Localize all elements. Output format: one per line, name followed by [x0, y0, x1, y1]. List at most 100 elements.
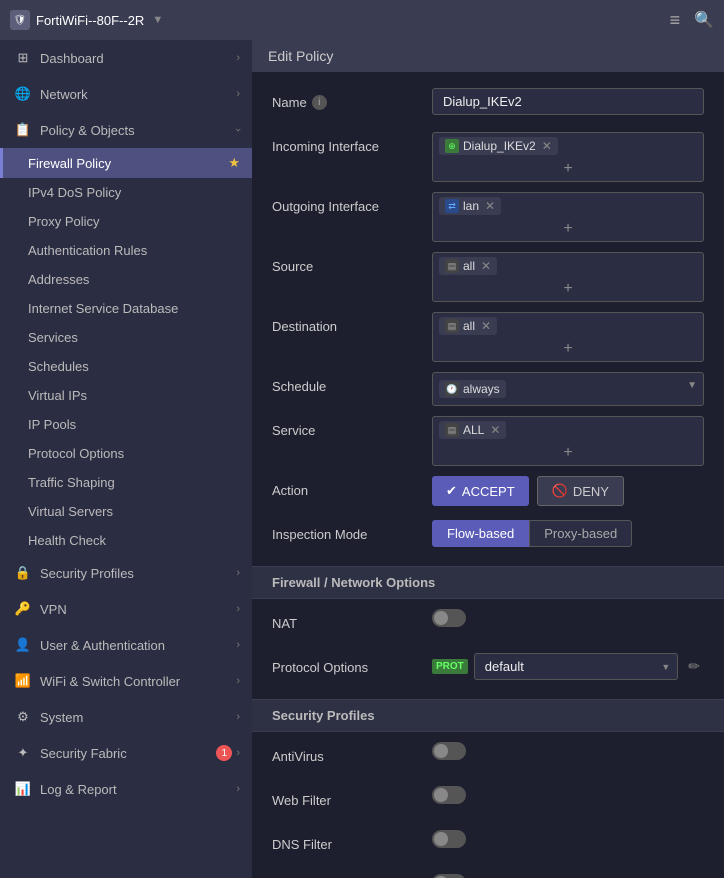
- sub-item-label: Virtual IPs: [28, 388, 87, 403]
- sub-item-label: Authentication Rules: [28, 243, 147, 258]
- top-bar: 🛡 FortiWiFi--80F--2R ▼ ≡ 🔍: [0, 0, 724, 40]
- proto-options-select[interactable]: default: [474, 653, 678, 680]
- top-bar-actions: ≡ 🔍: [670, 10, 714, 31]
- sidebar-item-security-profiles[interactable]: 🔒 Security Profiles ›: [0, 555, 252, 591]
- sidebar-item-policy-objects[interactable]: 📋 Policy & Objects ›: [0, 112, 252, 148]
- sidebar-sub-item-traffic-shaping[interactable]: Traffic Shaping: [0, 468, 252, 497]
- add-outgoing-iface-button[interactable]: +: [439, 221, 697, 237]
- sidebar-sub-item-ipv4-dos[interactable]: IPv4 DoS Policy: [0, 178, 252, 207]
- inspection-mode-control: Flow-based Proxy-based: [432, 520, 704, 547]
- chevron-icon: ›: [236, 711, 240, 723]
- incoming-iface-container[interactable]: ⊕ Dialup_IKEv2 ✕ +: [432, 132, 704, 182]
- sidebar-sub-item-virtual-servers[interactable]: Virtual Servers: [0, 497, 252, 526]
- device-selector[interactable]: 🛡 FortiWiFi--80F--2R ▼: [10, 10, 658, 30]
- iface-type-icon: ⊕: [445, 139, 459, 153]
- flow-based-button[interactable]: Flow-based: [432, 520, 529, 547]
- remove-iface-button[interactable]: ✕: [542, 139, 552, 153]
- accept-button[interactable]: ✔ ACCEPT: [432, 476, 529, 506]
- incoming-iface-label: Incoming Interface: [272, 132, 432, 154]
- sidebar-item-label: Policy & Objects: [40, 123, 236, 138]
- chevron-icon: ›: [236, 88, 240, 100]
- dns-filter-toggle[interactable]: [432, 830, 466, 848]
- remove-service-button[interactable]: ✕: [490, 423, 500, 437]
- sidebar-sub-item-ip-pools[interactable]: IP Pools: [0, 410, 252, 439]
- service-container[interactable]: ▤ ALL ✕ +: [432, 416, 704, 466]
- search-button[interactable]: 🔍: [694, 10, 714, 30]
- sidebar-sub-item-internet-svc-db[interactable]: Internet Service Database: [0, 294, 252, 323]
- sidebar-item-system[interactable]: ⚙ System ›: [0, 699, 252, 735]
- app-control-toggle[interactable]: [432, 874, 466, 878]
- sidebar-item-user-auth[interactable]: 👤 User & Authentication ›: [0, 627, 252, 663]
- add-service-button[interactable]: +: [439, 445, 697, 461]
- nat-control: [432, 609, 704, 630]
- remove-dest-button[interactable]: ✕: [481, 319, 491, 333]
- sidebar-sub-item-virtual-ips[interactable]: Virtual IPs: [0, 381, 252, 410]
- sidebar-item-label: Log & Report: [40, 782, 236, 797]
- sidebar-sub-item-addresses[interactable]: Addresses: [0, 265, 252, 294]
- sub-item-label: Virtual Servers: [28, 504, 113, 519]
- chevron-icon: ›: [236, 675, 240, 687]
- wifi-icon: 📶: [14, 672, 32, 690]
- info-icon: i: [312, 95, 327, 110]
- name-input[interactable]: [432, 88, 704, 115]
- device-dropdown-arrow: ▼: [152, 14, 163, 26]
- remove-iface-button[interactable]: ✕: [485, 199, 495, 213]
- sidebar-item-log-report[interactable]: 📊 Log & Report ›: [0, 771, 252, 807]
- deny-button[interactable]: 🚫 DENY: [537, 476, 624, 506]
- sidebar-sub-item-firewall-policy[interactable]: Firewall Policy ★: [0, 148, 252, 178]
- sidebar-item-dashboard[interactable]: ⊞ Dashboard ›: [0, 40, 252, 76]
- sidebar-item-security-fabric[interactable]: ✦ Security Fabric 1 ›: [0, 735, 252, 771]
- fw-net-options-header: Firewall / Network Options: [252, 566, 724, 599]
- sidebar-item-label: System: [40, 710, 236, 725]
- sidebar-sub-item-protocol-options[interactable]: Protocol Options: [0, 439, 252, 468]
- nat-toggle[interactable]: [432, 609, 466, 627]
- antivirus-toggle[interactable]: [432, 742, 466, 760]
- system-icon: ⚙: [14, 708, 32, 726]
- sidebar-sub-item-auth-rules[interactable]: Authentication Rules: [0, 236, 252, 265]
- sub-item-label: IPv4 DoS Policy: [28, 185, 121, 200]
- add-dest-button[interactable]: +: [439, 341, 697, 357]
- sidebar-item-network[interactable]: 🌐 Network ›: [0, 76, 252, 112]
- log-icon: 📊: [14, 780, 32, 798]
- name-row: Name i: [272, 88, 704, 122]
- source-container[interactable]: ▤ all ✕ +: [432, 252, 704, 302]
- sidebar-item-label: WiFi & Switch Controller: [40, 674, 236, 689]
- schedule-tag: 🕐 always: [439, 380, 506, 398]
- add-incoming-iface-button[interactable]: +: [439, 161, 697, 177]
- chevron-icon: ›: [236, 747, 240, 759]
- action-label: Action: [272, 476, 432, 498]
- sidebar-sub-item-schedules[interactable]: Schedules: [0, 352, 252, 381]
- source-label: Source: [272, 252, 432, 274]
- source-tag: ▤ all ✕: [439, 257, 497, 275]
- add-source-button[interactable]: +: [439, 281, 697, 297]
- security-profiles-header: Security Profiles: [252, 699, 724, 732]
- sidebar-sub-item-services[interactable]: Services: [0, 323, 252, 352]
- notification-badge: 1: [216, 745, 232, 761]
- sub-item-label: Schedules: [28, 359, 89, 374]
- schedule-container[interactable]: 🕐 always ▼: [432, 372, 704, 406]
- sidebar-item-label: VPN: [40, 602, 236, 617]
- proxy-based-button[interactable]: Proxy-based: [529, 520, 632, 547]
- service-row: Service ▤ ALL ✕ +: [272, 416, 704, 466]
- star-icon[interactable]: ★: [228, 155, 240, 171]
- outgoing-iface-container[interactable]: ⇄ lan ✕ +: [432, 192, 704, 242]
- sidebar-item-vpn[interactable]: 🔑 VPN ›: [0, 591, 252, 627]
- schedule-label: Schedule: [272, 372, 432, 394]
- source-control: ▤ all ✕ +: [432, 252, 704, 302]
- nat-label: NAT: [272, 609, 432, 631]
- content-area: Edit Policy Name i Incoming Interface: [252, 40, 724, 878]
- sidebar-sub-item-proxy-policy[interactable]: Proxy Policy: [0, 207, 252, 236]
- chevron-icon: ›: [236, 639, 240, 651]
- web-filter-toggle[interactable]: [432, 786, 466, 804]
- proto-edit-button[interactable]: ✏: [684, 658, 704, 675]
- destination-container[interactable]: ▤ all ✕ +: [432, 312, 704, 362]
- checkmark-icon: ✔: [446, 483, 457, 499]
- sidebar-sub-item-health-check[interactable]: Health Check: [0, 526, 252, 555]
- security-profiles-icon: 🔒: [14, 564, 32, 582]
- antivirus-label: AntiVirus: [272, 742, 432, 764]
- sidebar-item-wifi-switch[interactable]: 📶 WiFi & Switch Controller ›: [0, 663, 252, 699]
- destination-control: ▤ all ✕ +: [432, 312, 704, 362]
- app-control-control: [432, 874, 704, 878]
- remove-source-button[interactable]: ✕: [481, 259, 491, 273]
- hamburger-menu-button[interactable]: ≡: [670, 10, 681, 31]
